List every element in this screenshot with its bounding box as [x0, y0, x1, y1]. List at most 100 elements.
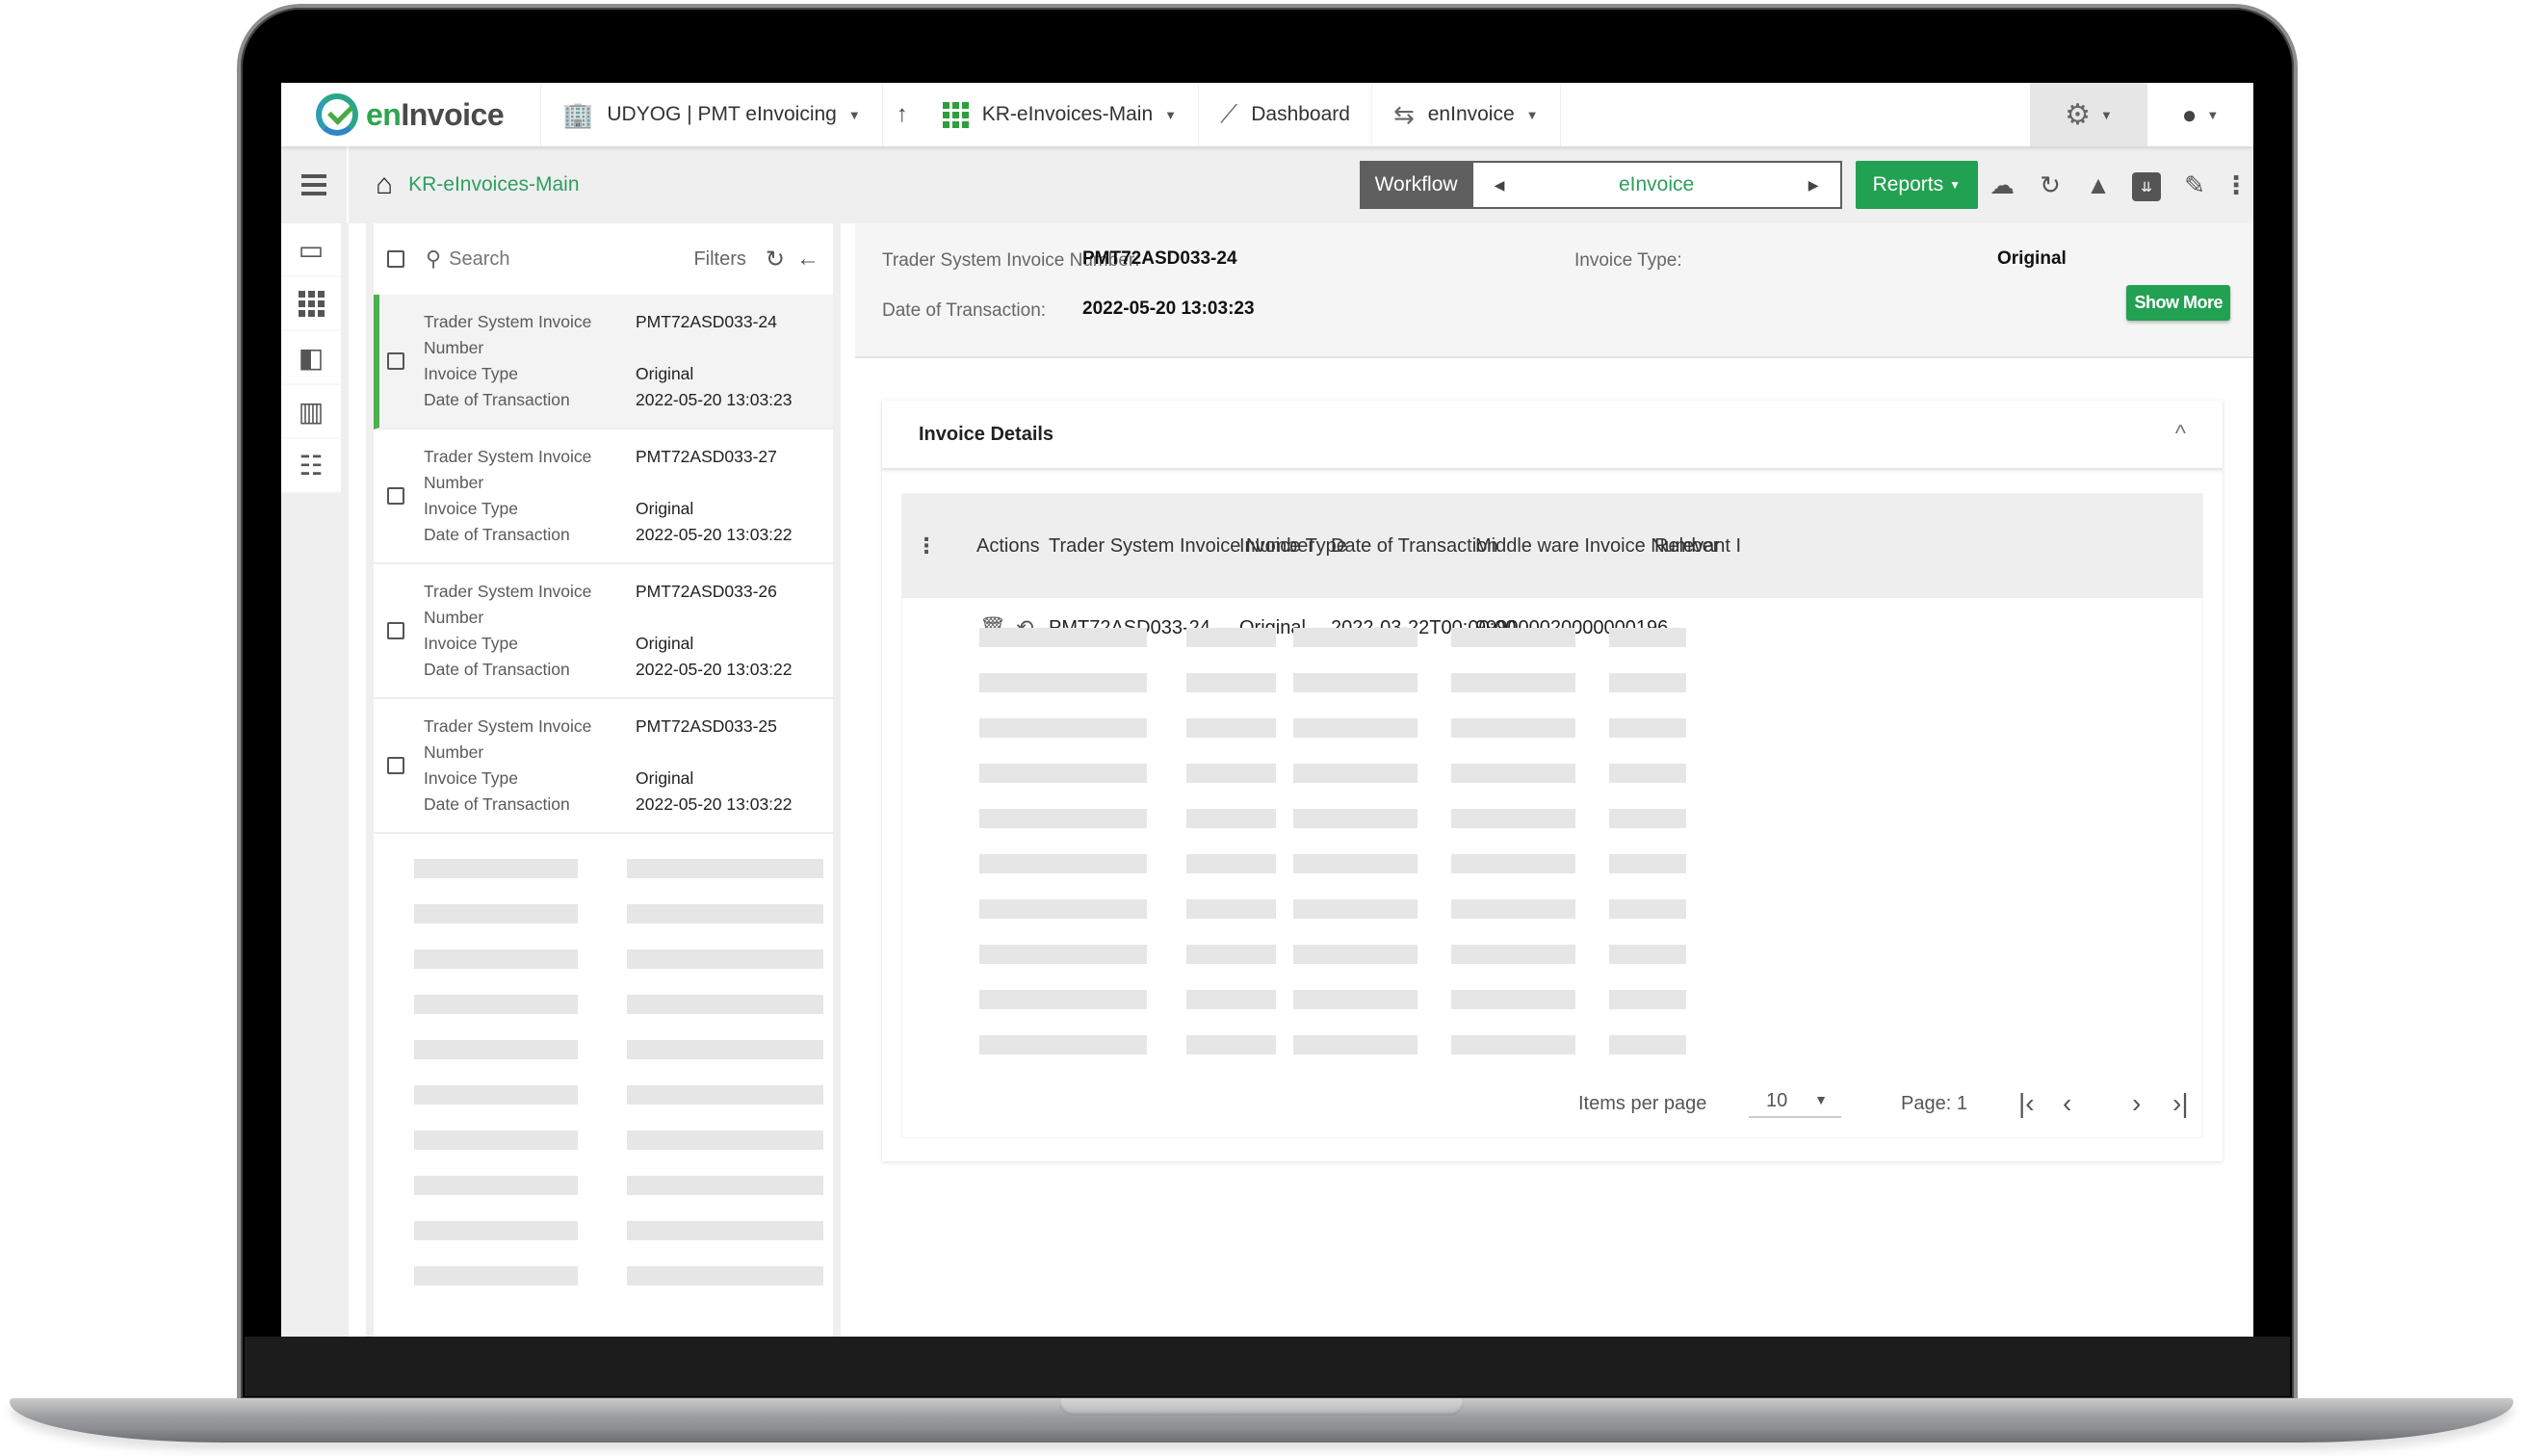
label-invoice-number: Trader System Invoice	[424, 447, 592, 466]
skeleton-bar	[1293, 764, 1418, 783]
list-item[interactable]: Trader System Invoice PMT72ASD033-27 Numbe…	[374, 429, 833, 564]
skeleton-bar	[414, 1085, 578, 1105]
dashboard-link[interactable]: ⟋ Dashboard	[1199, 83, 1372, 146]
workflow-label: Workflow	[1359, 161, 1473, 209]
search-input[interactable]	[449, 247, 662, 271]
value-date: 2022-05-20 13:03:22	[636, 794, 793, 814]
items-per-page-select[interactable]: 10 ▼	[1749, 1090, 1841, 1118]
skeleton-bar	[414, 1131, 578, 1150]
prev-page-button[interactable]: ‹	[2063, 1088, 2071, 1119]
invoice-summary: Trader System Invoice Number: PMT72ASD03…	[855, 223, 2253, 358]
org-selector[interactable]: 🏢 UDYOG | PMT eInvoicing ▼	[541, 83, 883, 146]
invoice-details-card: Invoice Details ^ ⋮ Actions Trader Syste…	[882, 401, 2223, 1161]
summary-type-value: Original	[1997, 248, 2067, 269]
skeleton-bar	[414, 859, 578, 878]
workflow-selector[interactable]: ◀ eInvoice ▶	[1472, 161, 1842, 209]
skeleton-bar	[627, 1266, 823, 1286]
skeleton-bar	[414, 1176, 578, 1195]
rail-item-table[interactable]: ☷	[281, 439, 341, 493]
value-invoice-type: Original	[636, 499, 694, 518]
chevron-down-icon: ▼	[1949, 178, 1961, 192]
home-icon[interactable]: ⌂	[376, 169, 393, 201]
app-switcher[interactable]: ⇆ enInvoice ▼	[1372, 83, 1561, 146]
workflow-next-button[interactable]: ▶	[1808, 177, 1819, 194]
summary-date-label: Date of Transaction:	[882, 300, 1047, 321]
refresh-icon[interactable]: ↻	[2026, 170, 2074, 200]
last-page-button[interactable]: ›|	[2172, 1088, 2189, 1119]
skeleton-row	[902, 945, 2202, 990]
skeleton-row	[902, 899, 2202, 945]
app-logo[interactable]: enInvoice	[281, 83, 541, 146]
value-invoice-number: PMT72ASD033-26	[636, 582, 777, 601]
list-item[interactable]: Trader System Invoice PMT72ASD033-25 Numbe…	[374, 699, 833, 834]
skeleton-row	[414, 1131, 833, 1176]
summary-type-label: Invoice Type:	[1574, 250, 1682, 271]
column-menu-icon[interactable]: ⋮	[916, 533, 937, 559]
column-header[interactable]: Date of Transaction	[1331, 535, 1497, 558]
skeleton-bar	[1010, 673, 1147, 692]
user-menu-button[interactable]: ● ▼	[2147, 83, 2253, 146]
summary-number-value: PMT72ASD033-24	[1082, 248, 1237, 269]
skeleton-bar	[1293, 809, 1418, 828]
label-invoice-number: Trader System Invoice	[424, 582, 592, 601]
list-item[interactable]: Trader System Invoice PMT72ASD033-24 Numbe…	[374, 295, 833, 429]
more-vertical-icon[interactable]: ⋮	[2219, 170, 2253, 200]
label-date: Date of Transaction	[424, 660, 570, 679]
workflow-prev-button[interactable]: ◀	[1495, 177, 1505, 194]
invoice-details-title: Invoice Details	[919, 423, 1054, 445]
workspace-selector[interactable]: KR-eInvoices-Main ▼	[922, 83, 1200, 146]
label-invoice-number: Trader System Invoice	[424, 312, 592, 331]
show-more-button[interactable]: Show More	[2126, 285, 2230, 321]
label-invoice-number: Trader System Invoice	[424, 716, 592, 736]
list-item-checkbox[interactable]	[387, 757, 404, 774]
collapse-chevron-icon[interactable]: ^	[2175, 421, 2186, 448]
next-page-button[interactable]: ›	[2132, 1088, 2141, 1119]
label-invoice-number-cont: Number	[424, 742, 484, 762]
items-per-page-value: 10	[1766, 1089, 1788, 1111]
back-arrow-icon[interactable]: ←	[796, 246, 819, 273]
refresh-icon[interactable]: ↻	[766, 246, 785, 273]
rail-item-city[interactable]: ▥	[281, 385, 341, 439]
org-selector-label: UDYOG | PMT eInvoicing	[607, 103, 837, 125]
rail-item-widgets[interactable]: ◧	[281, 331, 341, 385]
bell-icon[interactable]: ▲	[2074, 170, 2122, 200]
list-item-checkbox[interactable]	[387, 622, 404, 639]
breadcrumb[interactable]: KR-eInvoices-Main	[408, 173, 579, 196]
skeleton-bar	[1451, 990, 1575, 1009]
skeleton-bar	[1186, 628, 1276, 647]
workspace-selector-label: KR-eInvoices-Main	[981, 103, 1154, 125]
column-header[interactable]: Relevant I	[1654, 535, 1741, 558]
column-header[interactable]: Actions	[976, 535, 1040, 558]
menu-toggle-button[interactable]	[281, 146, 349, 223]
select-all-checkbox[interactable]	[387, 250, 404, 268]
skeleton-bar	[1010, 945, 1147, 964]
skeleton-row	[414, 949, 833, 995]
label-date: Date of Transaction	[424, 525, 570, 544]
cloud-download-icon[interactable]: ☁	[1978, 170, 2026, 200]
skeleton-bar	[1609, 628, 1686, 647]
invoice-details-header[interactable]: Invoice Details ^	[882, 401, 2223, 470]
laptop-chin	[245, 1337, 2290, 1396]
skeleton-bar	[627, 1176, 823, 1195]
reports-button[interactable]: Reports ▼	[1855, 161, 1978, 209]
list-item-checkbox[interactable]	[387, 487, 404, 505]
skeleton-bar	[1451, 718, 1575, 738]
skeleton-row	[902, 1035, 2202, 1080]
skeleton-bar	[1010, 718, 1147, 738]
chart-sparkle-icon: ⟋	[1220, 99, 1238, 128]
sub-toolbar: ⌂ KR-eInvoices-Main Workflow ◀ eInvoice …	[281, 146, 2253, 223]
up-arrow-icon[interactable]: ↑	[883, 101, 922, 128]
logo-check-icon	[316, 93, 358, 136]
laptop-hinge-notch	[1059, 1398, 1464, 1416]
list-item[interactable]: Trader System Invoice PMT72ASD033-26 Numbe…	[374, 564, 833, 699]
list-item-checkbox[interactable]	[387, 352, 404, 370]
edit-pencil-icon[interactable]: ✎	[2171, 170, 2219, 200]
first-page-button[interactable]: |‹	[2018, 1088, 2035, 1119]
inbox-download-button[interactable]: ⇊	[2122, 169, 2171, 201]
label-invoice-type: Invoice Type	[424, 768, 518, 788]
logo-text-suffix: Invoice	[401, 96, 505, 132]
settings-menu-button[interactable]: ⚙ ▼	[2030, 83, 2147, 146]
rail-item-apps[interactable]	[281, 277, 341, 331]
filters-button[interactable]: Filters	[693, 248, 745, 271]
rail-item-monitor[interactable]: ▭	[281, 223, 341, 277]
